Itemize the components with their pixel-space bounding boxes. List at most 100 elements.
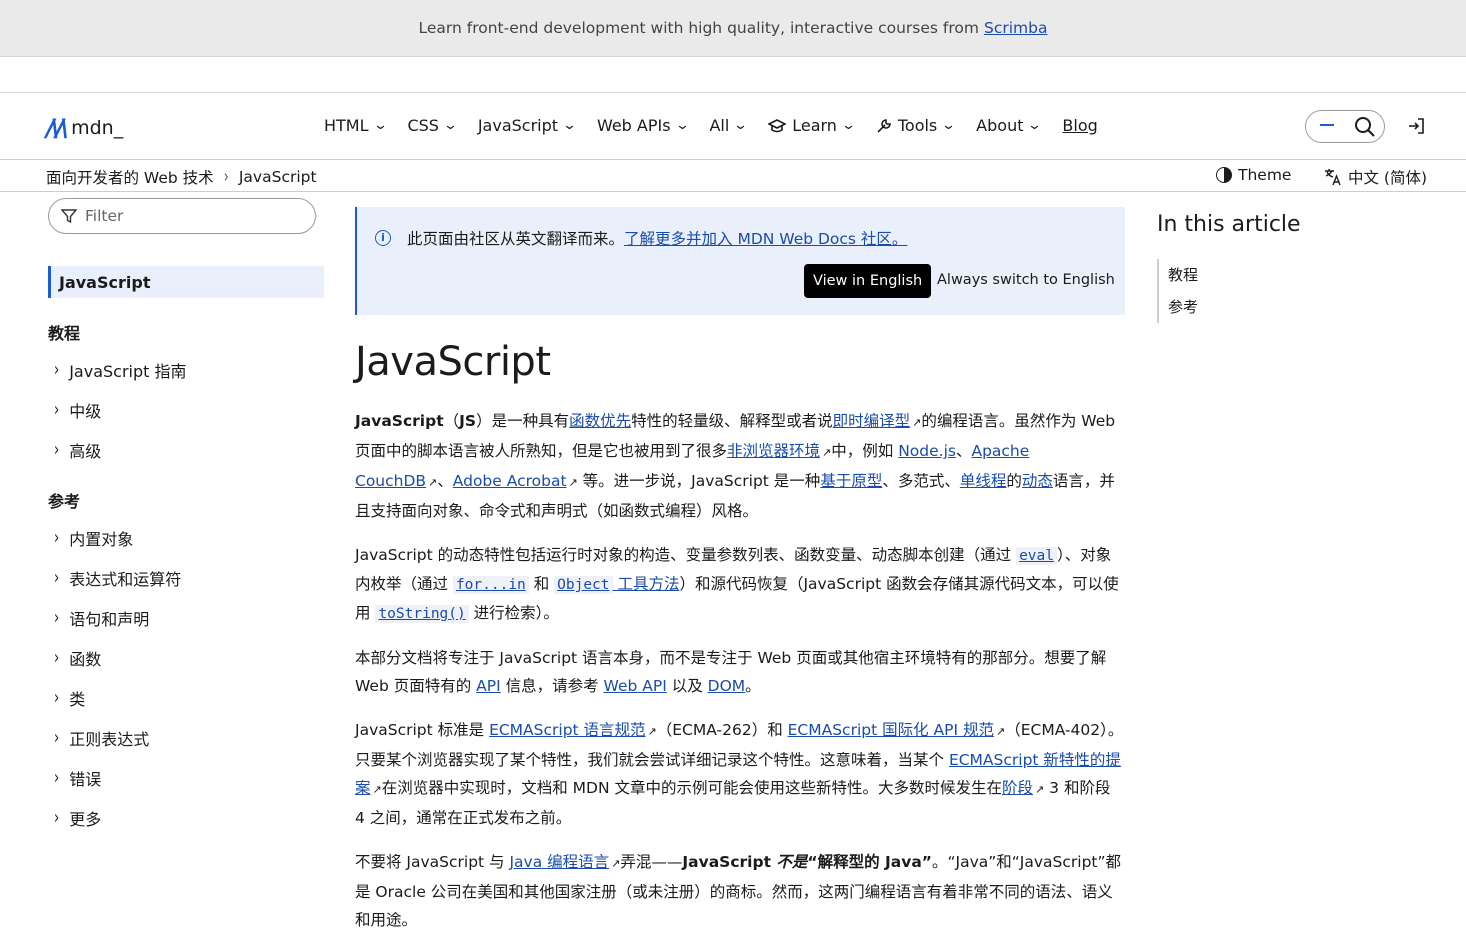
breadcrumb-parent[interactable]: 面向开发者的 Web 技术 xyxy=(46,166,214,188)
chevron-down-icon: ⌄ xyxy=(561,118,578,133)
menu-web-apis[interactable]: Web APIs ⌄ xyxy=(597,116,690,135)
chevron-down-icon: ⌄ xyxy=(1027,118,1043,133)
page-title: JavaScript xyxy=(355,339,551,385)
sidebar-item-classes[interactable]: › 类 xyxy=(48,678,324,718)
link-api[interactable]: API xyxy=(476,677,501,695)
chevron-right-icon: › xyxy=(54,527,60,549)
ad-spacer xyxy=(0,57,1466,93)
chevron-down-icon: ⌄ xyxy=(442,118,459,133)
link-nodejs[interactable]: Node.js xyxy=(898,442,956,460)
link-jit[interactable]: 即时编译型 xyxy=(833,412,911,430)
chevron-down-icon: ⌄ xyxy=(372,118,388,133)
link-dynamic[interactable]: 动态 xyxy=(1022,472,1053,490)
filter-input[interactable]: Filter xyxy=(48,198,316,234)
search-input[interactable] xyxy=(1305,110,1385,143)
chevron-right-icon: › xyxy=(54,359,60,381)
link-ecma262[interactable]: ECMAScript 语言规范 xyxy=(489,721,645,739)
external-link-icon: ↗ xyxy=(995,725,1006,738)
link-stages[interactable]: 阶段 xyxy=(1002,779,1033,797)
link-acrobat[interactable]: Adobe Acrobat xyxy=(453,472,567,490)
link-non-browser[interactable]: 非浏览器环境 xyxy=(727,442,820,460)
promo-link[interactable]: Scrimba xyxy=(984,19,1047,37)
table-of-contents: In this article 教程 参考 xyxy=(1157,212,1301,323)
chevron-down-icon: ⌄ xyxy=(840,118,857,133)
menu-tools[interactable]: Tools ⌄ xyxy=(876,116,956,135)
sidebar: Filter JavaScript 教程 › JavaScript 指南 › 中级 … xyxy=(48,198,324,838)
chevron-right-icon: › xyxy=(54,567,60,589)
promo-banner: Learn front-end development with high qu… xyxy=(0,0,1466,57)
link-single-thread[interactable]: 单线程 xyxy=(960,472,1007,490)
menu-javascript[interactable]: JavaScript ⌄ xyxy=(478,116,578,135)
paragraph-intro: JavaScript（JS）是一种具有函数优先特性的轻量级、解释型或者说即时编译… xyxy=(355,412,1116,520)
external-link-icon: ↗ xyxy=(647,725,657,738)
menu-blog[interactable]: Blog xyxy=(1062,116,1097,135)
sidebar-item-errors[interactable]: › 错误 xyxy=(48,758,324,798)
link-prototype[interactable]: 基于原型 xyxy=(820,472,882,490)
external-link-icon: ↗ xyxy=(912,416,922,429)
menu-learn[interactable]: Learn ⌄ xyxy=(768,116,857,135)
sidebar-item-operators[interactable]: › 表达式和运算符 xyxy=(48,558,324,598)
chevron-right-icon: › xyxy=(54,439,60,461)
code-tostring[interactable]: toString() xyxy=(375,605,469,623)
toc-item-reference[interactable]: 参考 xyxy=(1168,291,1301,323)
filter-placeholder: Filter xyxy=(85,207,124,225)
chevron-down-icon: ⌄ xyxy=(674,118,690,133)
paragraph-standards: JavaScript 标准是 ECMAScript 语言规范 ↗（ECMA-262… xyxy=(355,721,1124,827)
chevron-right-icon: › xyxy=(54,727,60,749)
mdn-logo-mark-icon: /\/\ xyxy=(46,114,69,142)
sidebar-item-regex[interactable]: › 正则表达式 xyxy=(48,718,324,758)
link-ecma402[interactable]: ECMAScript 国际化 API 规范 xyxy=(788,721,994,739)
sidebar-item-builtins[interactable]: › 内置对象 xyxy=(48,518,324,558)
sidebar-item-intermediate[interactable]: › 中级 xyxy=(48,390,324,430)
graduation-cap-icon xyxy=(768,118,787,132)
sidebar-item-functions[interactable]: › 函数 xyxy=(48,638,324,678)
sidebar-item-advanced[interactable]: › 高级 xyxy=(48,430,324,470)
code-for-in[interactable]: for...in xyxy=(452,576,529,594)
sidebar-item-statements[interactable]: › 语句和声明 xyxy=(48,598,324,638)
external-link-icon: ↗ xyxy=(372,783,382,796)
chevron-right-icon: › xyxy=(54,807,60,829)
external-link-icon: ↗ xyxy=(428,476,438,489)
breadcrumb-current[interactable]: JavaScript xyxy=(239,168,317,186)
link-dom[interactable]: DOM xyxy=(708,677,746,695)
sidebar-item-more[interactable]: › 更多 xyxy=(48,798,324,838)
menu-all[interactable]: All ⌄ xyxy=(709,116,748,135)
paragraph-dynamic: JavaScript 的动态特性包括运行时对象的构造、变量参数列表、函数变量、动… xyxy=(355,546,1119,623)
login-icon[interactable] xyxy=(1407,117,1425,135)
chevron-right-icon: › xyxy=(54,687,60,709)
link-web-api[interactable]: Web API xyxy=(604,677,667,695)
chevron-right-icon: › xyxy=(223,166,229,188)
chevron-right-icon: › xyxy=(54,767,60,789)
external-link-icon: ↗ xyxy=(568,476,578,489)
mdn-logo[interactable]: /\/\ mdn_ xyxy=(46,114,123,142)
language-switcher[interactable]: 中文 (简体) xyxy=(1324,166,1427,188)
menu-about[interactable]: About ⌄ xyxy=(976,116,1043,135)
link-utility-methods[interactable]: 工具方法 xyxy=(613,575,679,593)
theme-switcher[interactable]: Theme xyxy=(1216,166,1291,184)
filter-icon xyxy=(61,209,77,224)
search-icon[interactable] xyxy=(1354,116,1376,138)
external-link-icon: ↗ xyxy=(611,857,621,870)
chevron-right-icon: › xyxy=(54,607,60,629)
toc-item-tutorials[interactable]: 教程 xyxy=(1168,259,1301,291)
paragraph-java: 不要将 JavaScript 与 Java 编程语言 ↗弄混——JavaScrip… xyxy=(355,853,1122,929)
breadcrumb-bar: 面向开发者的 Web 技术 › JavaScript Theme 中文 (简体) xyxy=(0,160,1466,192)
sidebar-item-guide[interactable]: › JavaScript 指南 xyxy=(48,350,324,390)
menu-css[interactable]: CSS ⌄ xyxy=(407,116,459,135)
text-cursor xyxy=(1320,124,1334,126)
link-java[interactable]: Java 编程语言 xyxy=(509,853,609,871)
link-first-class-function[interactable]: 函数优先 xyxy=(569,412,631,430)
wrench-icon xyxy=(877,118,891,133)
sidebar-section-tutorials: 教程 xyxy=(48,324,81,343)
view-in-english-button[interactable]: View in English xyxy=(804,264,932,298)
community-link[interactable]: 了解更多并加入 MDN Web Docs 社区。 xyxy=(624,230,907,248)
logo-word: mdn_ xyxy=(71,117,124,139)
chevron-right-icon: › xyxy=(54,647,60,669)
code-eval[interactable]: eval xyxy=(1016,547,1057,565)
always-switch-link[interactable]: Always switch to English xyxy=(937,272,1115,288)
sidebar-item-javascript[interactable]: JavaScript xyxy=(48,266,324,298)
main-menu: HTML ⌄ CSS ⌄ JavaScript ⌄ Web APIs ⌄ All ⌄ Le… xyxy=(324,116,1098,135)
code-object[interactable]: Object xyxy=(554,576,613,594)
menu-html[interactable]: HTML ⌄ xyxy=(324,116,388,135)
theme-icon xyxy=(1216,167,1232,183)
